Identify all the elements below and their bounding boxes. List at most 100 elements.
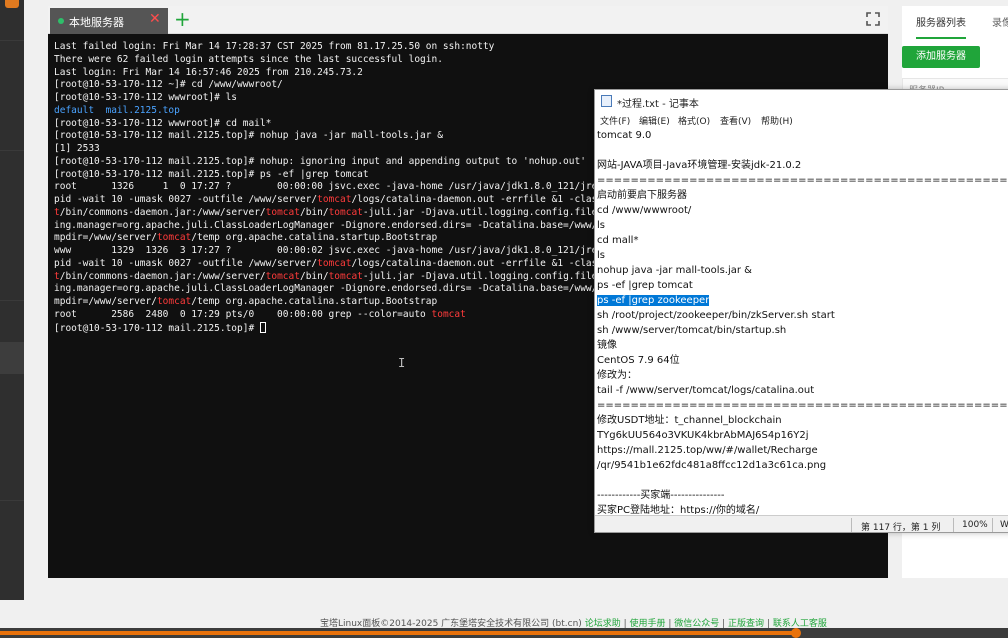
terminal-text: There were 62 failed login attempts sinc… bbox=[54, 53, 443, 65]
notepad-line: ls bbox=[597, 250, 605, 261]
terminal-text: ing.manager=org.apache.juli.ClassLoaderL… bbox=[54, 219, 638, 231]
terminal-line: Last login: Fri Mar 14 16:57:46 2025 fro… bbox=[54, 67, 884, 80]
notepad-line: 启动前要启下服务器 bbox=[597, 190, 687, 201]
terminal-text: [root@10-53-170-112 mail.2125.top]# nohu… bbox=[54, 130, 443, 142]
sidebar-divider bbox=[0, 300, 24, 301]
terminal-text: mpdir=/www/server/ bbox=[54, 232, 157, 244]
zoom-level: 100% bbox=[962, 520, 988, 530]
menu-edit[interactable]: 编辑(E) bbox=[639, 114, 670, 127]
terminal-text: [root@10-53-170-112 mail.2125.top]# bbox=[54, 322, 260, 334]
notepad-text-area[interactable]: tomcat 9.0 网站-JAVA项目-Java环境管理-安装jdk-21.0… bbox=[597, 128, 1008, 514]
terminal-text: root 1326 1 0 17:27 ? 00:00:00 jsvc.exec… bbox=[54, 181, 666, 193]
terminal-text: [root@10-53-170-112 ~]# cd /www/wwwroot/ bbox=[54, 79, 283, 91]
tab-local-server[interactable]: 本地服务器 ✕ bbox=[50, 8, 168, 34]
line-ending: W bbox=[1000, 520, 1008, 530]
sidebar-item-terminal[interactable] bbox=[0, 342, 24, 374]
menu-file[interactable]: 文件(F) bbox=[600, 114, 630, 127]
notepad-line: ------------买家端--------------- bbox=[597, 490, 725, 501]
notepad-line: ========================================… bbox=[597, 400, 1008, 411]
notepad-line: https://mall.2125.top/ww/#/wallet/Rechar… bbox=[597, 445, 818, 456]
sidebar-divider bbox=[0, 40, 24, 41]
notepad-line: ps -ef |grep zookeeper bbox=[597, 295, 710, 306]
terminal-text: Last failed login: Fri Mar 14 17:28:37 C… bbox=[54, 41, 495, 52]
status-dot-icon bbox=[58, 18, 64, 24]
tab-server-list[interactable]: 服务器列表 bbox=[916, 14, 966, 39]
terminal-text: /bin/ bbox=[299, 270, 329, 282]
notepad-line: tomcat 9.0 bbox=[597, 130, 652, 141]
terminal-text: tomcat bbox=[328, 270, 363, 282]
notepad-line bbox=[597, 473, 1008, 488]
terminal-text: tomcat bbox=[431, 308, 466, 320]
terminal-text: /temp org.apache.catalina.startup.Bootst… bbox=[191, 296, 438, 307]
notepad-line: ========================================… bbox=[597, 175, 1008, 186]
notepad-line: sh /www/server/tomcat/bin/startup.sh bbox=[597, 325, 787, 336]
terminal-text: [root@10-53-170-112 mail.2125.top]# ps -… bbox=[54, 168, 369, 180]
tab-label: 本地服务器 bbox=[69, 16, 124, 29]
terminal-text: tomcat bbox=[265, 206, 300, 218]
fullscreen-icon[interactable] bbox=[866, 12, 880, 26]
notepad-line: nohup java -jar mall-tools.jar & bbox=[597, 265, 752, 276]
cursor-position: 第 117 行，第 1 列 bbox=[861, 523, 941, 533]
terminal-text: /bin/commons-daemon.jar:/www/server/ bbox=[59, 270, 266, 282]
add-tab-icon[interactable]: + bbox=[174, 7, 191, 31]
app-sidebar bbox=[0, 0, 24, 638]
terminal-text: tomcat bbox=[156, 296, 192, 307]
terminal-text: [root@10-53-170-112 wwwroot]# cd mail* bbox=[54, 117, 272, 129]
notepad-line: /qr/9541b1e62fdc481a8ffcc12d1a3c61ca.png bbox=[597, 460, 827, 471]
notepad-line: 买家PC登陆地址：https://你的域名/ bbox=[597, 505, 760, 514]
text-cursor-icon: I bbox=[398, 356, 406, 370]
terminal-tab-bar: 本地服务器 ✕ + bbox=[48, 6, 888, 34]
terminal-text: /temp org.apache.catalina.startup.Bootst… bbox=[191, 232, 438, 244]
notepad-window[interactable]: *过程.txt - 记事本 文件(F) 编辑(E) 格式(O) 查看(V) 帮助… bbox=[594, 89, 1008, 533]
notepad-line: cd /www/wwwroot/ bbox=[597, 205, 692, 216]
terminal-line: Last failed login: Fri Mar 14 17:28:37 C… bbox=[54, 41, 884, 54]
menu-format[interactable]: 格式(O) bbox=[678, 114, 710, 127]
notepad-line: sh /root/project/zookeeper/bin/zkServer.… bbox=[597, 310, 835, 321]
terminal-cursor bbox=[259, 321, 266, 333]
terminal-text: mpdir=/www/server/ bbox=[54, 296, 157, 307]
terminal-text: tomcat bbox=[265, 270, 300, 282]
terminal-text: tomcat bbox=[328, 206, 363, 218]
logo-icon bbox=[5, 0, 19, 8]
close-icon[interactable]: ✕ bbox=[149, 11, 161, 27]
terminal-text: /bin/ bbox=[299, 206, 329, 218]
terminal-text: www 1329 1326 3 17:27 ? 00:00:02 jsvc.ex… bbox=[54, 245, 666, 256]
add-server-button[interactable]: 添加服务器 bbox=[902, 46, 980, 68]
terminal-text: pid -wait 10 -umask 0027 -outfile /www/s… bbox=[54, 194, 318, 205]
terminal-text: tomcat bbox=[317, 194, 352, 205]
terminal-text: ing.manager=org.apache.juli.ClassLoaderL… bbox=[54, 283, 638, 295]
notepad-line: CentOS 7.9 64位 bbox=[597, 355, 680, 366]
notepad-title: *过程.txt - 记事本 bbox=[617, 99, 699, 110]
notepad-line: 镜像 bbox=[597, 340, 617, 351]
terminal-text: tomcat bbox=[156, 232, 192, 244]
notepad-title-bar[interactable]: *过程.txt - 记事本 bbox=[595, 90, 1008, 112]
notepad-line: TYg6kUU564o3VKUK4kbrAbMAJ6S4p16Y2j bbox=[597, 430, 809, 441]
notepad-status-bar: 第 117 行，第 1 列 100% W bbox=[595, 515, 1008, 533]
terminal-text: default mail.2125.top bbox=[54, 104, 180, 116]
notepad-line: cd mall* bbox=[597, 235, 639, 246]
menu-help[interactable]: 帮助(H) bbox=[761, 114, 793, 127]
sidebar-divider bbox=[0, 500, 24, 501]
sidebar-divider bbox=[0, 150, 24, 151]
tab-recording[interactable]: 录像 bbox=[992, 14, 1008, 29]
notepad-line bbox=[597, 143, 1008, 158]
video-progress-fill bbox=[0, 631, 797, 635]
terminal-text: [1] 2533 bbox=[54, 143, 100, 154]
notepad-line: ps -ef |grep tomcat bbox=[597, 280, 693, 291]
terminal-text: root 2586 2480 0 17:29 pts/0 00:00:00 gr… bbox=[54, 308, 432, 320]
notepad-line: 网站-JAVA项目-Java环境管理-安装jdk-21.0.2 bbox=[597, 160, 802, 171]
notepad-line: tail -f /www/server/tomcat/logs/catalina… bbox=[597, 385, 815, 396]
terminal-line: There were 62 failed login attempts sinc… bbox=[54, 54, 884, 67]
menu-view[interactable]: 查看(V) bbox=[720, 114, 751, 127]
terminal-text: [root@10-53-170-112 wwwroot]# ls bbox=[54, 92, 238, 103]
terminal-text: pid -wait 10 -umask 0027 -outfile /www/s… bbox=[54, 257, 318, 269]
notepad-icon bbox=[601, 95, 612, 107]
terminal-text: /bin/commons-daemon.jar:/www/server/ bbox=[59, 206, 266, 218]
terminal-text: [root@10-53-170-112 mail.2125.top]# nohu… bbox=[54, 155, 586, 167]
video-progress-bar[interactable] bbox=[0, 628, 1008, 638]
terminal-text: tomcat bbox=[317, 257, 352, 269]
notepad-line: ls bbox=[597, 220, 605, 231]
video-progress-handle[interactable] bbox=[791, 628, 802, 638]
notepad-line: 修改为： bbox=[597, 370, 637, 381]
notepad-menubar: 文件(F) 编辑(E) 格式(O) 查看(V) 帮助(H) bbox=[595, 112, 1008, 128]
